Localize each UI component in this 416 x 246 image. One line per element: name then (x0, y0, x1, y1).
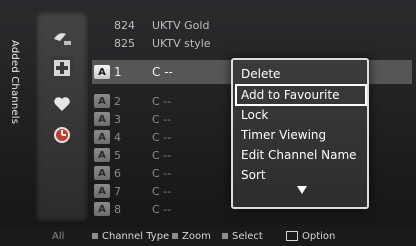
channel-name: C -- (152, 94, 172, 108)
options-popup-menu: Delete Add to Favourite Lock Timer Viewi… (231, 58, 369, 209)
channel-name: C -- (152, 130, 172, 144)
bottom-help-bar: All Channel Type Zoom Select Option (0, 226, 416, 246)
channel-name: C -- (152, 166, 172, 180)
square-icon (172, 233, 178, 239)
help-channel-type: Channel Type (92, 231, 169, 242)
help-option: Option (286, 231, 335, 242)
help-select: Select (222, 231, 263, 242)
antenna-icon[interactable] (50, 26, 74, 50)
channel-name: UKTV Gold (152, 18, 210, 32)
channel-number: 3 (114, 112, 121, 126)
favourite-heart-icon[interactable] (50, 92, 74, 116)
channel-badge: A (94, 202, 110, 216)
channel-number: 8 (114, 202, 121, 216)
help-label: Option (302, 230, 336, 242)
help-label: Select (232, 230, 263, 242)
menu-item-lock[interactable]: Lock (237, 105, 365, 125)
channel-name: C -- (152, 148, 172, 162)
remote-icon (286, 231, 298, 241)
menu-item-edit-channel-name[interactable]: Edit Channel Name (237, 145, 365, 165)
channel-badge: A (94, 94, 110, 108)
channel-number: 825 (114, 36, 135, 50)
add-channel-icon[interactable] (50, 56, 74, 80)
channel-number: 824 (114, 18, 135, 32)
channel-badge: A (94, 112, 110, 126)
channel-number: 2 (114, 94, 121, 108)
menu-item-timer-viewing[interactable]: Timer Viewing (237, 125, 365, 145)
down-triangle-icon[interactable] (297, 186, 307, 194)
menu-item-delete[interactable]: Delete (237, 64, 365, 84)
help-label: Channel Type (102, 230, 170, 242)
channel-name: C -- (152, 112, 172, 126)
tab-all[interactable]: All (52, 231, 64, 242)
channel-number: 7 (114, 184, 121, 198)
channel-number: 1 (114, 65, 122, 79)
help-label: Zoom (182, 230, 211, 242)
channel-name: C -- (152, 184, 172, 198)
channel-badge: A (94, 65, 110, 79)
channel-badge: A (94, 166, 110, 180)
channel-number: 4 (114, 130, 121, 144)
channel-badge: A (94, 184, 110, 198)
channel-name: C -- (152, 65, 173, 79)
list-item[interactable]: 824 UKTV Gold (92, 16, 412, 34)
square-icon (222, 233, 228, 239)
help-zoom: Zoom (172, 231, 211, 242)
channel-badge: A (94, 130, 110, 144)
square-icon (92, 233, 98, 239)
list-item[interactable]: 825 UKTV style (92, 34, 412, 52)
channel-name: UKTV style (152, 36, 211, 50)
channel-manager-screen: Added Channels 824 UKTV Gold 825 UKTV st… (0, 0, 416, 246)
channel-badge: A (94, 148, 110, 162)
menu-item-sort[interactable]: Sort (237, 165, 365, 185)
icon-rail (36, 12, 88, 222)
clock-icon[interactable] (50, 122, 74, 146)
sidebar-title: Added Channels (9, 40, 20, 125)
channel-number: 5 (114, 148, 121, 162)
menu-item-add-to-favourite[interactable]: Add to Favourite (235, 84, 367, 106)
channel-name: C -- (152, 202, 172, 216)
channel-number: 6 (114, 166, 121, 180)
